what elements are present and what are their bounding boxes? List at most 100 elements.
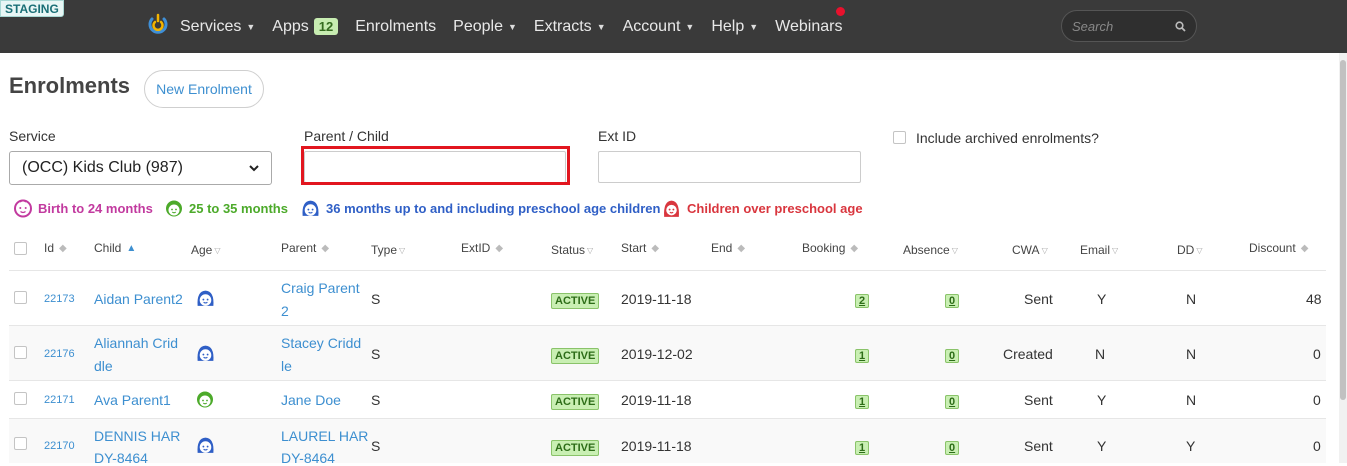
row-checkbox[interactable] [14, 437, 27, 450]
parent-name-link-cont[interactable]: DY-8464 [281, 450, 335, 466]
row-checkbox[interactable] [14, 346, 27, 359]
column-header-type[interactable]: Type ▽ [371, 243, 405, 257]
cwa-value: Sent [1024, 438, 1053, 454]
nav-enrolments[interactable]: Enrolments [355, 18, 436, 36]
column-header-id[interactable]: Id ◆ [44, 241, 67, 255]
type-value: S [371, 346, 381, 362]
parent-name-link[interactable]: LAUREL HAR [281, 428, 368, 444]
select-all-checkbox[interactable] [14, 242, 27, 255]
parent-name-link[interactable]: Stacey Cridd [281, 335, 361, 351]
discount-value: 0 [1313, 438, 1321, 454]
column-header-status[interactable]: Status ▽ [551, 243, 593, 257]
enrolment-id-link[interactable]: 22170 [44, 440, 75, 452]
cwa-value: Sent [1024, 392, 1053, 408]
row-checkbox[interactable] [14, 392, 27, 405]
chevron-down-icon: ▼ [749, 21, 759, 32]
child-name-link[interactable]: Ava Parent1 [94, 392, 171, 408]
row-checkbox[interactable] [14, 291, 27, 304]
parent-name-link[interactable]: Jane Doe [281, 392, 341, 408]
absence-count[interactable]: 0 [945, 346, 960, 363]
column-header-extid[interactable]: ExtID ◆ [461, 241, 503, 255]
legend-over-preschool: Children over preschool age [661, 198, 863, 218]
child-name-link[interactable]: Aliannah Crid [94, 335, 178, 351]
service-select[interactable]: (OCC) Kids Club (987) [9, 151, 272, 185]
staging-badge: STAGING [0, 0, 64, 17]
sort-ascending-icon: ▲ [126, 242, 137, 254]
nav-people[interactable]: People ▼ [453, 18, 517, 36]
school-child-icon [664, 200, 679, 217]
nav-help[interactable]: Help ▼ [711, 18, 758, 36]
apps-count-badge: 12 [313, 18, 339, 35]
booking-count[interactable]: 1 [855, 438, 870, 455]
dd-value: N [1186, 291, 1197, 307]
cwa-value: Created [1003, 346, 1053, 362]
toddler-icon [166, 200, 182, 217]
chevron-down-icon: ▽ [1041, 245, 1048, 255]
notification-dot [836, 7, 845, 16]
booking-count[interactable]: 1 [855, 346, 870, 363]
enrolment-id-link[interactable]: 22173 [44, 293, 75, 305]
email-value: Y [1097, 291, 1107, 307]
ext-id-input[interactable] [598, 151, 861, 183]
parent-name-link-cont[interactable]: le [281, 358, 292, 374]
absence-count[interactable]: 0 [945, 438, 960, 455]
sort-icon: ◆ [59, 242, 67, 254]
child-name-link[interactable]: Aidan Parent2 [94, 291, 183, 307]
dd-value: Y [1186, 438, 1196, 454]
nav-extracts[interactable]: Extracts ▼ [534, 18, 606, 36]
email-value: Y [1097, 392, 1107, 408]
chevron-down-icon [249, 164, 259, 171]
column-header-parent[interactable]: Parent ◆ [281, 241, 329, 255]
enrolment-id-link[interactable]: 22171 [44, 394, 75, 406]
discount-value: 48 [1306, 291, 1322, 307]
parent-child-label: Parent / Child [304, 128, 389, 144]
booking-count[interactable]: 1 [855, 392, 870, 409]
email-value: Y [1097, 438, 1107, 454]
parent-name-link[interactable]: Craig Parent [281, 280, 360, 296]
column-header-start[interactable]: Start ◆ [621, 241, 659, 255]
child-name-link[interactable]: DENNIS HAR [94, 428, 180, 444]
app-logo-icon[interactable] [147, 13, 169, 35]
page-title: Enrolments [9, 73, 131, 98]
column-header-age[interactable]: Age ▽ [191, 243, 221, 257]
chevron-down-icon: ▽ [214, 245, 221, 255]
preschool-child-icon [302, 200, 319, 216]
status-badge: ACTIVE [551, 438, 600, 456]
start-date: 2019-12-02 [621, 346, 693, 362]
column-header-email[interactable]: Email ▽ [1080, 243, 1118, 257]
column-header-end[interactable]: End ◆ [711, 241, 745, 255]
new-enrolment-button[interactable]: New Enrolment [144, 70, 264, 108]
column-header-booking[interactable]: Booking ◆ [802, 241, 858, 255]
column-header-cwa[interactable]: CWA ▽ [1012, 243, 1048, 257]
column-header-discount[interactable]: Discount ◆ [1249, 241, 1308, 255]
child-name-link-cont[interactable]: DY-8464 [94, 450, 148, 466]
absence-count[interactable]: 0 [945, 291, 960, 308]
scrollbar-thumb[interactable] [1340, 60, 1346, 400]
column-header-dd[interactable]: DD ▽ [1177, 243, 1203, 257]
discount-value: 0 [1313, 346, 1321, 362]
child-name-link-cont[interactable]: dle [94, 358, 113, 374]
legend-birth: Birth to 24 months [13, 198, 153, 218]
search-input[interactable]: Search [1061, 10, 1197, 42]
nav-services[interactable]: Services ▼ [180, 18, 255, 36]
include-archived-label: Include archived enrolments? [916, 130, 1099, 146]
booking-count[interactable]: 2 [855, 291, 870, 308]
status-badge: ACTIVE [551, 346, 600, 364]
column-header-child[interactable]: Child ▲ [94, 241, 136, 255]
sort-icon: ◆ [737, 242, 746, 254]
column-header-absence[interactable]: Absence ▽ [903, 243, 958, 257]
nav-account[interactable]: Account ▼ [623, 18, 695, 36]
sort-icon: ◆ [651, 242, 660, 254]
dd-value: N [1186, 346, 1197, 362]
chevron-down-icon: ▽ [1112, 245, 1119, 255]
enrolment-id-link[interactable]: 22176 [44, 348, 75, 360]
nav-webinars[interactable]: Webinars [775, 18, 842, 36]
type-value: S [371, 392, 381, 408]
start-date: 2019-11-18 [621, 392, 692, 408]
sort-icon: ◆ [850, 242, 859, 254]
absence-count[interactable]: 0 [945, 392, 960, 409]
include-archived-checkbox[interactable] [893, 131, 906, 144]
parent-name-link-cont[interactable]: 2 [281, 303, 289, 319]
nav-apps[interactable]: Apps 12 [272, 18, 339, 36]
chevron-down-icon: ▼ [246, 21, 256, 32]
